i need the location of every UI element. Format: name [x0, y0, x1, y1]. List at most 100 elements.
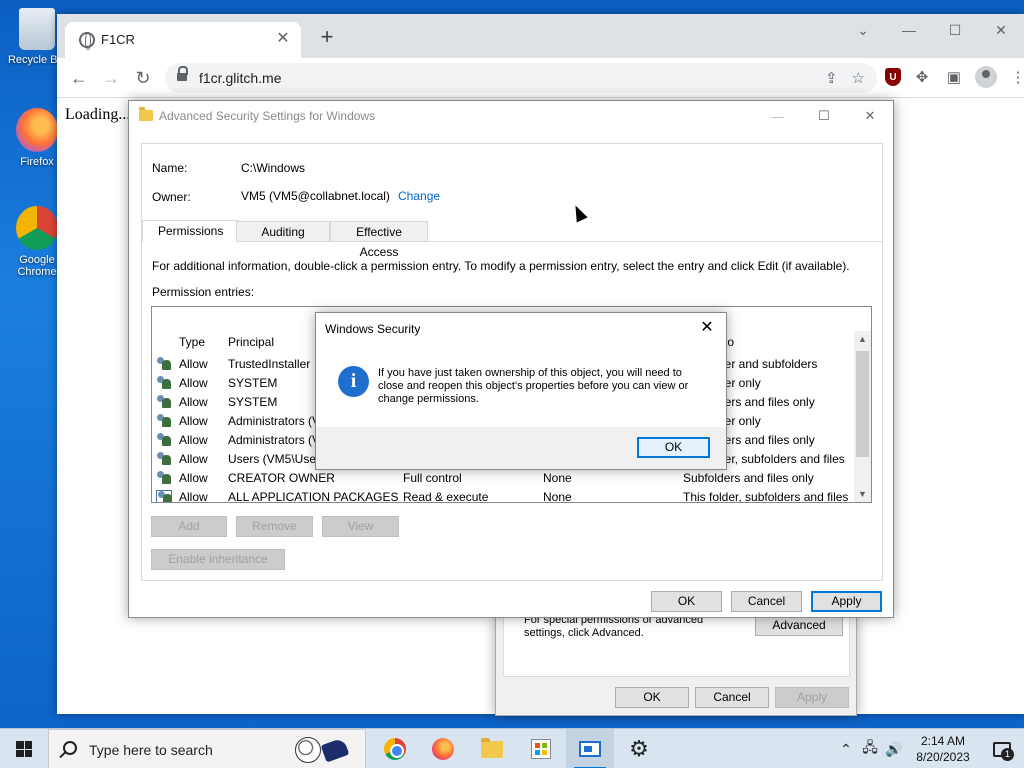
volume-icon[interactable]: 🔊	[882, 741, 906, 758]
gear-icon: ⚙	[629, 736, 649, 761]
extensions-puzzle-icon[interactable]: ✥	[911, 66, 933, 88]
menu-kebab-icon[interactable]: ⋮	[1007, 66, 1024, 88]
row-applies: ders and files only	[718, 395, 815, 409]
close-icon[interactable]: ✕	[978, 14, 1024, 46]
change-owner-link[interactable]: Change	[398, 189, 440, 203]
forward-arrow-icon[interactable]: →	[99, 66, 123, 90]
row-type: Allow	[179, 376, 208, 390]
reload-icon[interactable]: ↻	[131, 66, 155, 90]
url-text[interactable]: f1cr.glitch.me	[199, 70, 281, 86]
minimize-icon[interactable]: —	[755, 101, 801, 131]
row-access: Read & execute	[403, 490, 489, 503]
search-highlight-icon[interactable]	[293, 735, 351, 765]
owner-value: VM5 (VM5@collabnet.local)	[241, 189, 390, 203]
group-users-icon	[156, 357, 172, 371]
scrollbar-thumb[interactable]	[856, 351, 869, 457]
ublock-origin-icon[interactable]: U	[885, 68, 901, 86]
taskbar-file-explorer[interactable]	[468, 729, 516, 768]
close-icon[interactable]: ✕	[696, 318, 718, 340]
name-value: C:\Windows	[241, 161, 306, 175]
share-icon[interactable]: ⇪	[825, 69, 838, 87]
back-arrow-icon[interactable]: ←	[67, 66, 91, 90]
add-button[interactable]: Add	[151, 516, 227, 537]
view-button[interactable]: View	[322, 516, 399, 537]
window-controls: ⌄ — ☐ ✕	[840, 14, 1024, 46]
chevron-up-icon[interactable]: ⌃	[834, 741, 858, 758]
table-row[interactable]: Allow CREATOR OWNER Full control None Su…	[152, 469, 857, 488]
group-users-icon	[156, 471, 172, 485]
tab-search-icon[interactable]: ⌄	[840, 14, 886, 46]
clock-time: 2:14 AM	[920, 734, 966, 748]
maximize-icon[interactable]: ☐	[932, 14, 978, 46]
apply-button[interactable]: Apply	[811, 591, 882, 612]
column-header-principal[interactable]: Principal	[228, 335, 274, 349]
side-panel-icon[interactable]: ▣	[943, 66, 965, 88]
row-principal: CREATOR OWNER	[228, 471, 335, 485]
row-applies: der and subfolders	[718, 357, 818, 371]
scroll-down-icon[interactable]: ▼	[854, 486, 871, 502]
row-type: Allow	[179, 414, 208, 428]
vertical-scrollbar[interactable]: ▲ ▼	[854, 331, 871, 502]
firefox-icon	[432, 738, 454, 760]
remove-button[interactable]: Remove	[236, 516, 313, 537]
browser-tab[interactable]: F1CR ✕	[65, 22, 301, 58]
column-header-type[interactable]: Type	[179, 335, 205, 349]
clock[interactable]: 2:14 AM 8/20/2023	[906, 733, 980, 765]
name-label: Name:	[152, 161, 188, 175]
ok-button[interactable]: OK	[651, 591, 722, 612]
search-icon	[63, 741, 77, 755]
scroll-up-icon[interactable]: ▲	[854, 331, 871, 348]
taskbar-chrome[interactable]	[371, 729, 419, 768]
row-type: Allow	[179, 452, 208, 466]
minimize-icon[interactable]: —	[886, 14, 932, 46]
row-inherited: None	[543, 490, 572, 503]
close-icon[interactable]: ✕	[847, 101, 893, 131]
tab-bar: Permissions Auditing Effective Access	[142, 220, 882, 259]
row-applies: This folder, subfolders and files	[683, 490, 849, 503]
row-principal: Administrators (V	[228, 414, 321, 428]
notification-center-button[interactable]: 1	[980, 729, 1024, 768]
row-type: Allow	[179, 471, 208, 485]
group-users-icon	[156, 395, 172, 409]
tab-strip: F1CR ✕ + ⌄ — ☐ ✕	[57, 14, 1024, 58]
taskbar-security-settings[interactable]	[566, 729, 614, 768]
chrome-icon	[384, 738, 406, 760]
group-users-icon	[156, 433, 172, 447]
taskbar-settings[interactable]: ⚙	[615, 729, 663, 768]
store-icon	[531, 739, 551, 759]
group-users-icon	[156, 452, 172, 466]
tab-effective-access[interactable]: Effective Access	[330, 221, 428, 259]
tab-auditing[interactable]: Auditing	[236, 221, 330, 242]
properties-cancel-button[interactable]: Cancel	[695, 687, 769, 708]
address-bar[interactable]: f1cr.glitch.me ⇪ ☆	[165, 63, 877, 93]
search-placeholder: Type here to search	[89, 742, 213, 758]
tab-close-icon[interactable]: ✕	[273, 29, 293, 49]
row-principal: ALL APPLICATION PACKAGES	[228, 490, 399, 503]
profile-avatar-icon[interactable]	[975, 66, 997, 88]
advanced-button[interactable]: Advanced	[755, 615, 843, 636]
row-type: Allow	[179, 395, 208, 409]
row-applies: der, subfolders and files	[718, 452, 845, 466]
new-tab-button[interactable]: +	[315, 26, 339, 50]
taskbar-firefox[interactable]	[419, 729, 467, 768]
taskbar-search-box[interactable]: Type here to search	[48, 729, 366, 768]
chrome-icon	[16, 206, 58, 250]
network-icon[interactable]: 🖧	[858, 737, 882, 761]
message-ok-button[interactable]: OK	[637, 437, 710, 458]
taskbar-store[interactable]	[517, 729, 565, 768]
start-button[interactable]	[0, 729, 48, 768]
enable-inheritance-button[interactable]: Enable inheritance	[151, 549, 285, 570]
maximize-icon[interactable]: ☐	[801, 101, 847, 131]
bookmark-star-icon[interactable]: ☆	[852, 69, 865, 87]
table-row[interactable]: Allow ALL APPLICATION PACKAGES Read & ex…	[152, 488, 857, 503]
windows-security-message-box: Windows Security ✕ i If you have just ta…	[315, 312, 727, 470]
properties-ok-button[interactable]: OK	[615, 687, 689, 708]
taskbar: Type here to search ⚙ ⌃ 🖧 🔊 2:14 AM 8/20…	[0, 728, 1024, 768]
properties-apply-button[interactable]: Apply	[775, 687, 849, 708]
lock-icon[interactable]	[177, 66, 188, 83]
folder-icon	[139, 107, 153, 121]
cancel-button[interactable]: Cancel	[731, 591, 802, 612]
tab-permissions[interactable]: Permissions	[142, 220, 240, 242]
row-access: Full control	[403, 471, 462, 485]
firefox-icon	[16, 108, 58, 152]
